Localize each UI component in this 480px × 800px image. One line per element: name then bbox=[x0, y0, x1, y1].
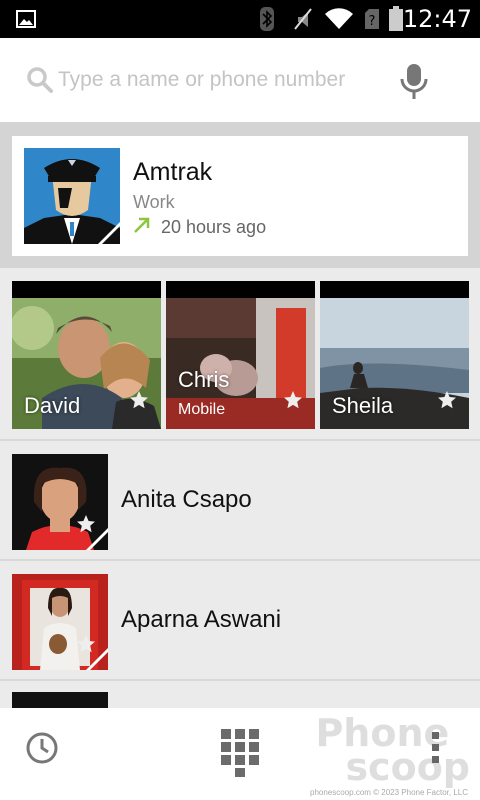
favorite-tile-sheila[interactable]: Sheila bbox=[320, 281, 469, 429]
recent-call-card[interactable]: Amtrak Work 20 hours ago bbox=[12, 136, 468, 256]
search-icon bbox=[26, 66, 54, 99]
favorite-name: David bbox=[24, 393, 81, 418]
no-sim-icon: ? bbox=[362, 0, 382, 38]
star-icon bbox=[283, 390, 303, 415]
recent-contact-name: Amtrak bbox=[133, 158, 213, 186]
status-bar: ? 12:47 bbox=[0, 0, 480, 38]
watermark: Phone scoop bbox=[315, 714, 470, 790]
watermark-line: scoop bbox=[345, 745, 470, 790]
favorite-name: Sheila bbox=[332, 393, 394, 418]
recent-call-section: Amtrak Work 20 hours ago bbox=[0, 122, 480, 268]
star-icon bbox=[437, 390, 457, 415]
contact-row[interactable]: Anita Csapo bbox=[0, 441, 480, 559]
bluetooth-icon bbox=[256, 0, 278, 38]
star-icon bbox=[76, 634, 96, 659]
svg-text:?: ? bbox=[369, 14, 376, 29]
recent-phone-type: Work bbox=[133, 192, 175, 212]
favorite-phone-type: Mobile bbox=[178, 401, 226, 418]
star-icon bbox=[129, 390, 149, 415]
clock: 12:47 bbox=[402, 5, 472, 33]
contact-name: Anita Csapo bbox=[121, 486, 252, 513]
image-icon bbox=[12, 0, 40, 38]
favorite-name: Chris bbox=[178, 367, 230, 392]
contact-row[interactable]: Aparna Aswani bbox=[0, 561, 480, 679]
bottom-action-bar: Phone scoop phonescoop.com © 2023 Phone … bbox=[0, 708, 480, 800]
favorite-tile-david[interactable]: David bbox=[12, 281, 161, 429]
history-icon[interactable] bbox=[22, 728, 62, 768]
search-bar bbox=[0, 38, 480, 122]
favorites-strip: David Chris Mobile Sheila bbox=[0, 268, 480, 440]
mute-icon bbox=[290, 0, 316, 38]
search-input[interactable] bbox=[58, 60, 378, 100]
wifi-icon bbox=[322, 0, 356, 38]
microphone-icon[interactable] bbox=[398, 62, 430, 107]
recent-call-time: 20 hours ago bbox=[161, 217, 267, 237]
copyright-text: phonescoop.com © 2023 Phone Factor, LLC bbox=[310, 788, 468, 797]
overflow-menu-icon[interactable] bbox=[426, 728, 446, 768]
favorite-tile-chris[interactable]: Chris Mobile bbox=[166, 281, 315, 429]
contact-photo bbox=[12, 692, 108, 708]
outgoing-arrow-icon bbox=[133, 216, 151, 239]
star-icon bbox=[76, 514, 96, 539]
contact-photo bbox=[24, 148, 120, 244]
contact-name: Aparna Aswani bbox=[121, 606, 282, 633]
dialpad-icon[interactable] bbox=[219, 728, 261, 778]
